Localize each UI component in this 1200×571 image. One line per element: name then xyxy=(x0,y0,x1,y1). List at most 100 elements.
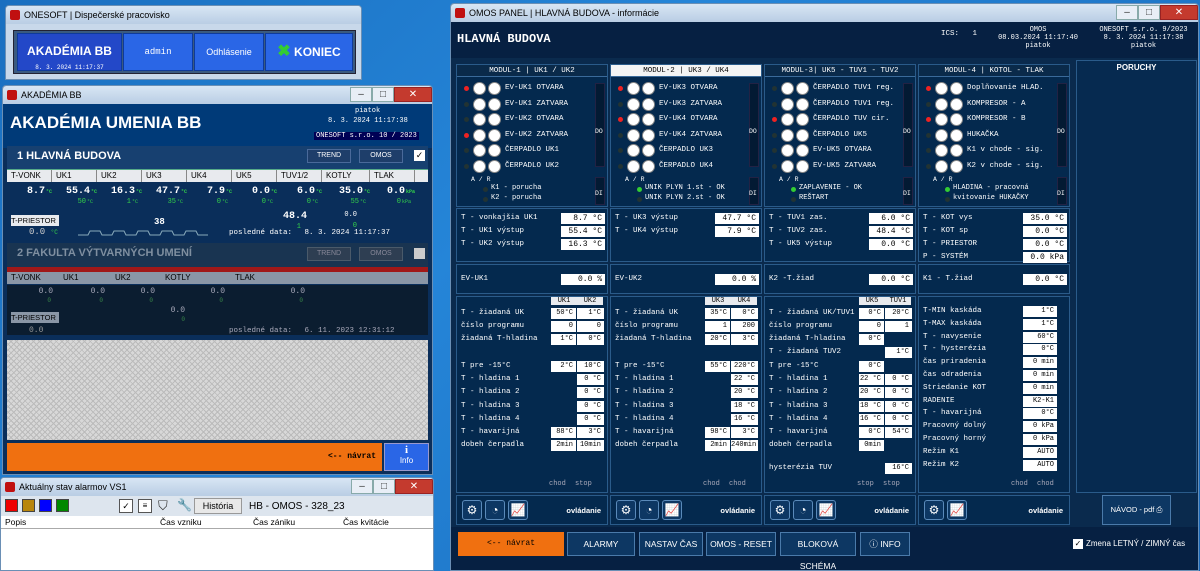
maximize-button[interactable]: □ xyxy=(373,479,395,494)
sub-unit: kPa xyxy=(401,199,411,205)
filter-icon[interactable]: ⛉ xyxy=(158,498,168,514)
param-value: AUTO xyxy=(1023,446,1057,458)
logout-button[interactable]: Odhlásenie xyxy=(194,33,264,71)
info-icon: i xyxy=(404,444,409,456)
temp-value: 8.7 °C xyxy=(561,213,605,224)
gauge-icon[interactable]: ◔ xyxy=(485,500,505,520)
omos-day: piatok xyxy=(1025,42,1051,50)
chart-icon[interactable]: 📈 xyxy=(947,500,967,520)
section2-checkbox[interactable] xyxy=(414,248,425,259)
row2-value: 0.0 xyxy=(38,287,53,296)
gauge-icon[interactable]: ◔ xyxy=(793,500,813,520)
ev-value: 0.0 % xyxy=(715,274,759,285)
omos-button[interactable]: OMOS xyxy=(359,149,403,163)
back-bar[interactable]: <-- návrat xyxy=(7,443,382,471)
omos2-button[interactable]: OMOS xyxy=(359,247,403,261)
param-col-head: UK1 xyxy=(551,297,577,305)
alarm-table-head: Popis Čas vzniku Čas zániku Čas kvitácie xyxy=(1,517,433,529)
gears-icon[interactable]: ⚙ xyxy=(924,500,944,520)
company-label: ONESOFT s.r.o. 10 / 2023 xyxy=(314,132,419,140)
module-header[interactable]: MODUL-3| UK5 - TUV1 - TUV2 xyxy=(765,65,915,77)
blokova-schema-button[interactable]: BLOKOVÁ SCHÉMA xyxy=(780,532,856,570)
close-button[interactable]: ✕ xyxy=(394,87,432,102)
close-button[interactable]: ✕ xyxy=(1160,5,1198,20)
datetime-label: 8. 3. 2024 11:17:38 xyxy=(328,117,408,125)
navod-button[interactable]: NÁVOD - pdf ⎙ xyxy=(1102,495,1171,525)
gears-icon[interactable]: ⚙ xyxy=(462,500,482,520)
omos-reset-button[interactable]: OMOS - RESET xyxy=(706,532,776,556)
red-swatch-button[interactable] xyxy=(5,499,18,512)
temp-label: T - TUV1 zas. xyxy=(769,214,828,222)
module-4-temps-panel: T - KOT vys 35.0 °C T - KOT sp 0.0 °C T - PR… xyxy=(918,208,1070,263)
alarm-col-1: Čas vzniku xyxy=(160,517,202,527)
edit-list-icon[interactable]: ≡ xyxy=(138,499,152,513)
module-header[interactable]: MODUL-2 | UK3 / UK4 xyxy=(611,65,761,77)
module-1-params-panel: UK1 UK2 T - žiadaná UK 50°C 1°C číslo program… xyxy=(456,296,608,493)
temp-label: T - UK1 výstup xyxy=(461,227,525,235)
mid-value: 38 xyxy=(154,217,165,227)
close-x-icon: ✖ xyxy=(277,43,291,60)
indicator-circle xyxy=(488,128,501,142)
chart-icon[interactable]: 📈 xyxy=(816,500,836,520)
gauge-icon[interactable]: ◔ xyxy=(639,500,659,520)
gears-icon[interactable]: ⚙ xyxy=(616,500,636,520)
trend2-button[interactable]: TREND xyxy=(307,247,351,261)
trend2-label: TREND xyxy=(316,250,342,257)
omos-back-button[interactable]: <-- návrat xyxy=(458,532,564,556)
chart-icon[interactable]: 📈 xyxy=(508,500,528,520)
module-1-ev-panel: EV-UK1 0.0 % xyxy=(456,264,608,294)
close-button[interactable]: ✕ xyxy=(395,479,433,494)
ovladanie-label[interactable]: ovládanie xyxy=(720,506,755,515)
di-led xyxy=(483,197,488,202)
output-label: EV-UK5 OTVARA xyxy=(813,146,872,154)
minimize-button[interactable]: – xyxy=(351,479,373,494)
minimize-button[interactable]: – xyxy=(1116,5,1138,20)
indicator-circle xyxy=(488,144,501,157)
param-value: 20°C xyxy=(885,308,912,319)
zmena-checkbox[interactable]: ✓ xyxy=(1073,539,1083,549)
status-led xyxy=(618,163,623,169)
historia-button[interactable]: História xyxy=(194,498,242,514)
module-header[interactable]: MODUL-4 | KOTOL - TLAK xyxy=(919,65,1069,77)
temp-label: T - TUV2 zas. xyxy=(769,227,828,235)
info-button[interactable]: ⓘ INFO xyxy=(860,532,910,556)
param-value: 3°C xyxy=(731,334,758,345)
green-swatch-button[interactable] xyxy=(56,499,69,512)
col2-head-4: TLAK xyxy=(235,273,256,282)
blue-swatch-button[interactable] xyxy=(39,499,52,512)
trend-button[interactable]: TREND xyxy=(307,149,351,163)
param-value: 0min xyxy=(859,440,884,452)
akademia-titlebar: AKADÉMIA BB – □ ✕ xyxy=(3,86,432,104)
alarmy-button[interactable]: ALARMY xyxy=(567,532,635,556)
param-label: číslo programu xyxy=(615,322,679,330)
param-label: T - žiadaná UK xyxy=(615,309,679,317)
koniec-button[interactable]: ✖ KONIEC xyxy=(265,33,353,71)
col2-head-1: UK1 xyxy=(63,273,79,282)
param-label: T - hladina 2 xyxy=(615,388,674,397)
admin-button[interactable]: admin xyxy=(123,33,193,71)
wrench-icon[interactable]: 🔧 xyxy=(177,498,192,512)
status-led xyxy=(772,132,777,138)
ev-value: 0.0 °C xyxy=(869,274,913,285)
chart-icon[interactable]: 📈 xyxy=(662,500,682,520)
akademia-label: AKADÉMIA BB xyxy=(27,44,112,58)
minimize-button[interactable]: – xyxy=(350,87,372,102)
value-unit: °C xyxy=(363,189,370,195)
nastav-cas-button[interactable]: NASTAV ČAS xyxy=(639,532,703,556)
module-header[interactable]: MODUL-1 | UK1 / UK2 xyxy=(457,65,607,77)
do-label: DO xyxy=(1057,128,1065,135)
info-button[interactable]: i Info xyxy=(384,443,429,471)
status-led xyxy=(926,163,931,169)
di-item-label: UNIK PLYN 1.st - OK xyxy=(645,184,725,192)
gears-icon[interactable]: ⚙ xyxy=(770,500,790,520)
section1-checkbox[interactable]: ✓ xyxy=(414,150,425,161)
maximize-button[interactable]: □ xyxy=(372,87,394,102)
akademia-button[interactable]: AKADÉMIA BB 8. 3. 2024 11:17:37 xyxy=(17,33,122,71)
section2-colheads: T-VONK UK1 UK2 KOTLY TLAK xyxy=(7,272,428,284)
maximize-button[interactable]: □ xyxy=(1138,5,1160,20)
ovladanie-label[interactable]: ovládanie xyxy=(566,506,601,515)
check-list-icon[interactable]: ✓ xyxy=(119,499,133,513)
gold-swatch-button[interactable] xyxy=(22,499,35,512)
ovladanie-label[interactable]: ovládanie xyxy=(874,506,909,515)
ovladanie-label[interactable]: ovládanie xyxy=(1028,506,1063,515)
